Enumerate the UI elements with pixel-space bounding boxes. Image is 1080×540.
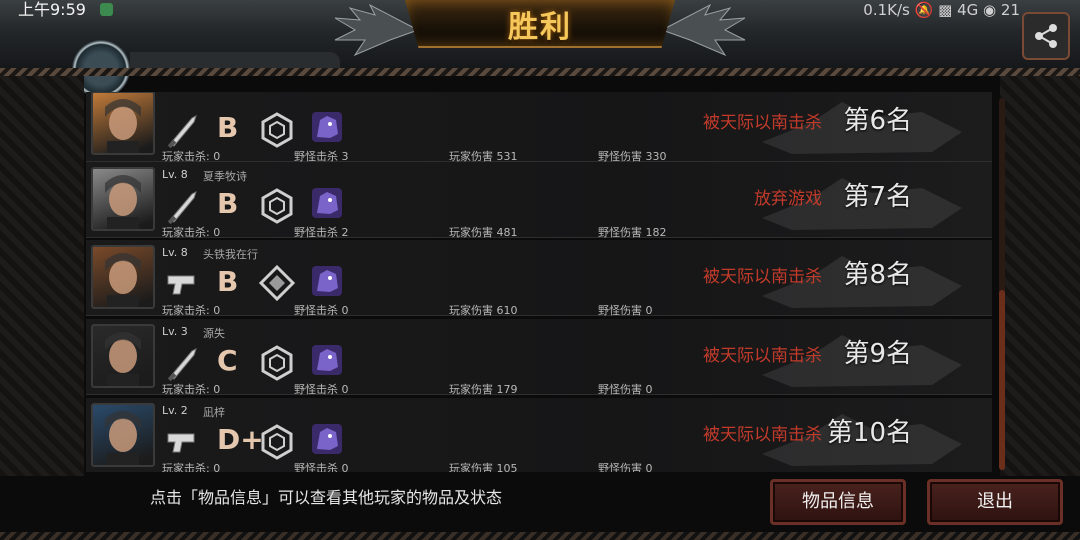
share-button[interactable] [1022,12,1070,60]
hexagon-badge-icon [261,188,293,224]
battery-level: 21 [1000,1,1020,19]
knife-icon [167,191,197,225]
knife-icon [167,115,197,149]
player-damage: 玩家伤害 105 [449,462,518,472]
player-damage: 玩家伤害 610 [449,304,518,317]
monster-icon [312,188,342,218]
monster-damage: 野怪伤害 0 [598,304,653,317]
exit-button[interactable]: 退出 [927,479,1063,525]
monster-kills: 野怪击杀 0 [294,383,349,396]
monster-damage: 野怪伤害 0 [598,383,653,396]
player-damage: 玩家伤害 179 [449,383,518,396]
monster-damage: 野怪伤害 0 [598,462,653,472]
hexagon-badge-icon [261,112,293,148]
rank-label: 第7名 [843,182,912,212]
monster-icon [312,112,342,142]
player-row[interactable]: Lv. 3 源失 C 玩家击杀: 0 野怪击杀 0 玩家伤害 179 野怪伤害 … [86,319,992,396]
rope-divider [0,68,1080,76]
character-portrait-icon [105,332,141,386]
player-row[interactable]: Lv. 8 头铁我在行 B 玩家击杀: 0 野怪击杀 0 玩家伤害 610 野怪… [86,240,992,317]
player-row[interactable]: B 玩家击杀: 0 野怪击杀 3 玩家伤害 531 野怪伤害 330 被天际以南… [86,92,992,163]
character-portrait-icon [105,253,141,307]
player-avatar[interactable] [91,167,155,231]
grade-label: B [217,265,239,298]
pistol-icon [167,433,195,453]
page-title: 胜利 [508,10,572,45]
item-info-button[interactable]: 物品信息 [770,479,906,525]
player-row[interactable]: Lv. 2 凪梓 D+ 玩家击杀: 0 野怪击杀 0 玩家伤害 105 野怪伤害… [86,398,992,472]
rank-label: 第8名 [843,260,912,290]
frame-right [1000,76,1080,476]
monster-icon [312,345,342,375]
player-name: 凪梓 [203,406,225,419]
frame-left [0,76,84,476]
player-avatar[interactable] [91,92,155,155]
player-level: Lv. 8 [162,168,188,181]
death-cause: 被天际以南击杀 [703,113,822,133]
grade-label: C [217,344,238,377]
player-avatar[interactable] [91,245,155,309]
death-cause: 放弃游戏 [754,189,822,209]
player-name: 头铁我在行 [203,248,258,261]
player-kills: 玩家击杀: 0 [162,304,221,317]
death-cause: 被天际以南击杀 [703,425,822,445]
character-portrait-icon [105,175,141,229]
monster-kills: 野怪击杀 0 [294,304,349,317]
signal-type: 4G [957,1,979,19]
rank-label: 第6名 [843,106,912,136]
signal-icon: ▩ [938,1,953,19]
player-avatar[interactable] [91,403,155,467]
character-portrait-icon [105,99,141,153]
rank-label: 第9名 [843,339,912,369]
player-level: Lv. 3 [162,325,188,338]
ranking-list[interactable]: B 玩家击杀: 0 野怪击杀 3 玩家伤害 531 野怪伤害 330 被天际以南… [86,92,992,472]
player-kills: 玩家击杀: 0 [162,226,221,239]
knife-icon [167,348,197,382]
player-avatar[interactable] [91,324,155,388]
hexagon-badge-icon [261,345,293,381]
grade-label: B [217,187,239,220]
player-level: Lv. 8 [162,246,188,259]
status-icons: 0.1K/s 🔕 ▩ 4G ◉ 21 [863,0,1020,20]
share-icon [1035,24,1057,48]
bell-icon: 🔕 [914,1,934,19]
player-name: 夏季牧诗 [203,170,247,183]
player-name: 源失 [203,327,225,340]
grade-label: B [217,111,239,144]
player-level: Lv. 2 [162,404,188,417]
player-kills: 玩家击杀: 0 [162,462,221,472]
death-cause: 被天际以南击杀 [703,346,822,366]
app-notification-icon [100,3,113,16]
hexagon-badge-icon [261,424,293,460]
character-portrait-icon [105,411,141,465]
hint-text: 点击「物品信息」可以查看其他玩家的物品及状态 [150,488,503,507]
grade-label: D+ [217,423,264,456]
diamond-badge-icon [258,264,296,302]
monster-icon [312,424,342,454]
status-time: 上午9:59 [18,0,86,19]
player-kills: 玩家击杀: 0 [162,383,221,396]
rank-label: 第10名 [826,418,912,448]
monster-kills: 野怪击杀 0 [294,462,349,472]
monster-icon [312,266,342,296]
player-row[interactable]: Lv. 8 夏季牧诗 B 玩家击杀: 0 野怪击杀 2 玩家伤害 481 野怪伤… [86,162,992,239]
bottom-border [0,532,1080,540]
scrollbar-thumb[interactable] [999,290,1005,470]
pistol-icon [167,275,195,295]
player-damage: 玩家伤害 481 [449,226,518,239]
monster-damage: 野怪伤害 182 [598,226,667,239]
death-cause: 被天际以南击杀 [703,267,822,287]
wifi-icon: ◉ [983,1,997,19]
monster-kills: 野怪击杀 2 [294,226,349,239]
network-speed: 0.1K/s [863,1,910,19]
